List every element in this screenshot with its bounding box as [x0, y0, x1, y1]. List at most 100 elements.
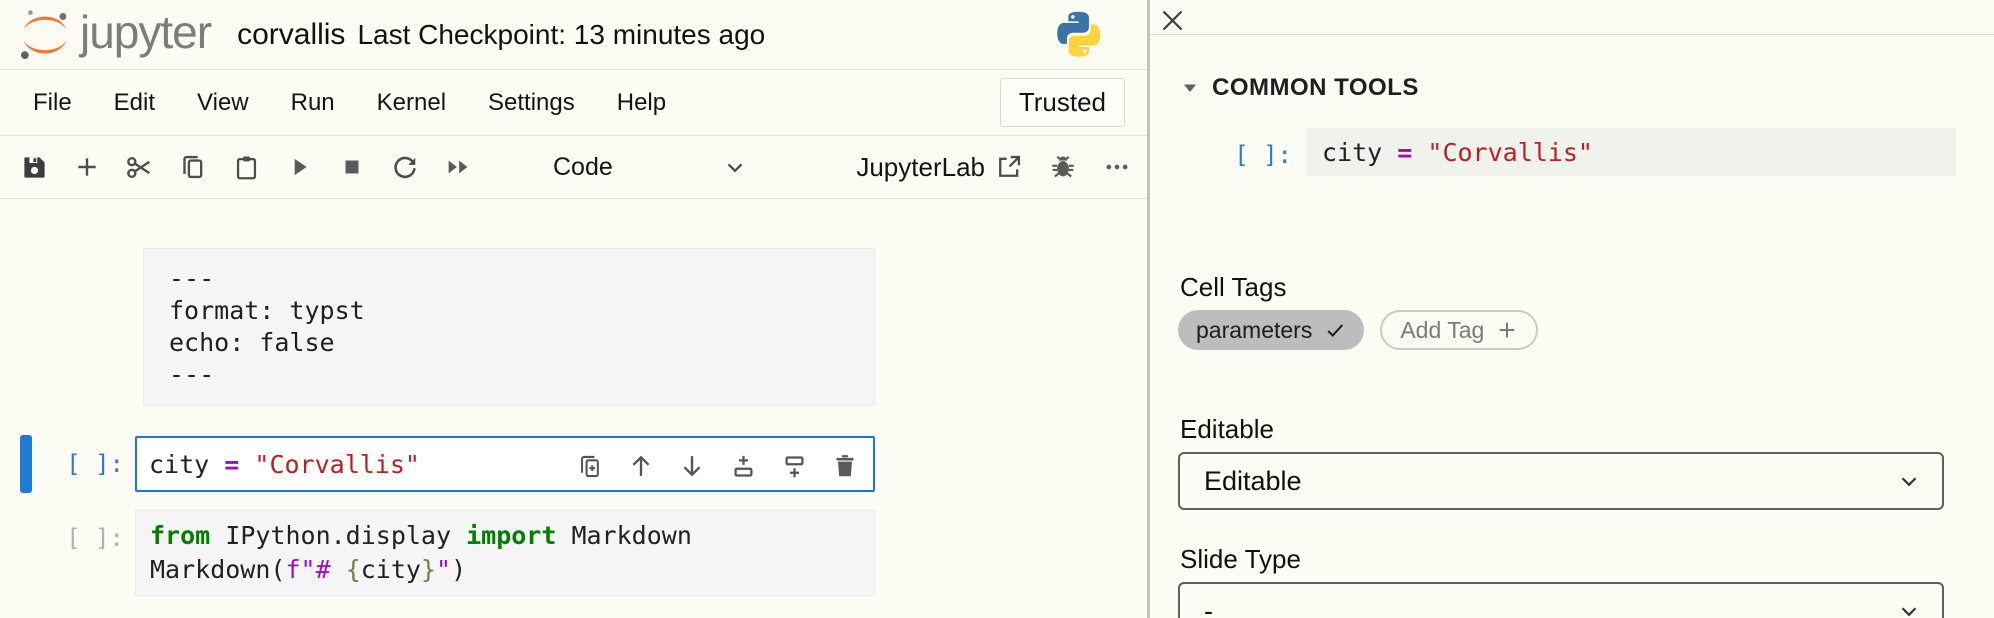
preview-cell-prompt: [ ]: — [1150, 141, 1292, 169]
code-line: city = "Corvallis" — [137, 450, 420, 479]
cell-list: --- format: typst echo: false --- [ ]: c… — [0, 199, 1147, 596]
toolbar-right-group: JupyterLab — [856, 152, 1131, 183]
cell-tags-label: Cell Tags — [1180, 272, 1286, 303]
clipboard-icon — [233, 154, 260, 181]
code-cell-editor[interactable]: city = "Corvallis" — [135, 436, 875, 492]
raw-cell-line: --- — [169, 359, 849, 391]
more-commands-button[interactable] — [1103, 153, 1131, 181]
run-button[interactable] — [285, 153, 313, 181]
arrow-down-icon — [678, 452, 706, 480]
stop-button[interactable] — [338, 153, 366, 181]
menu-bar: File Edit View Run Kernel Settings Help … — [0, 70, 1147, 136]
copy-button[interactable] — [179, 153, 207, 181]
collapse-caret-icon — [1182, 80, 1198, 96]
editable-value: Editable — [1204, 466, 1302, 497]
add-tag-label: Add Tag — [1400, 317, 1484, 344]
trusted-button[interactable]: Trusted — [1000, 78, 1125, 127]
plus-icon — [74, 154, 100, 180]
menu-kernel[interactable]: Kernel — [356, 89, 467, 117]
insert-cell-below-button[interactable] — [780, 452, 808, 480]
editable-label: Editable — [1180, 414, 1274, 445]
raw-cell-line: --- — [169, 263, 849, 295]
code-line: from IPython.display import Markdown — [150, 519, 860, 553]
trash-icon — [832, 453, 858, 479]
ellipsis-icon — [1103, 153, 1131, 181]
cell-tags-row: parameters Add Tag — [1178, 310, 1538, 350]
copy-icon — [179, 153, 207, 181]
editable-select[interactable]: Editable — [1178, 452, 1944, 510]
raw-cell-line: echo: false — [169, 327, 849, 359]
cut-button[interactable] — [126, 153, 154, 181]
cell-prompt: [ ]: — [0, 524, 124, 552]
insert-cell-button[interactable] — [73, 153, 101, 181]
jupyter-logo-text: jupyter — [80, 5, 211, 59]
cell-hover-toolbar — [576, 452, 859, 480]
plus-icon — [1496, 319, 1518, 341]
python-kernel-icon — [1053, 8, 1105, 65]
jupyter-planet-icon — [16, 7, 74, 63]
notebook-toolbar: Code JupyterLab — [0, 136, 1147, 199]
notebook-header: jupyter corvallis Last Checkpoint: 13 mi… — [0, 0, 1147, 70]
open-in-jupyterlab-link[interactable]: JupyterLab — [856, 152, 1023, 183]
menu-help[interactable]: Help — [596, 89, 687, 117]
run-all-button[interactable] — [444, 153, 472, 181]
arrow-up-icon — [627, 452, 655, 480]
preview-code-line: city = "Corvallis" — [1322, 138, 1593, 167]
code-cell-editor[interactable]: from IPython.display import Markdown Mar… — [135, 510, 875, 596]
run-icon — [286, 154, 312, 180]
chevron-down-icon — [1896, 598, 1922, 618]
notebook-title[interactable]: corvallis — [237, 18, 345, 52]
move-cell-down-button[interactable] — [678, 452, 706, 480]
menu-view[interactable]: View — [176, 89, 270, 117]
delete-cell-button[interactable] — [831, 452, 859, 480]
common-tools-section-header[interactable]: COMMON TOOLS — [1182, 74, 1419, 102]
debugger-button[interactable] — [1049, 153, 1077, 181]
stop-icon — [340, 155, 364, 179]
scissors-icon — [126, 153, 154, 182]
checkpoint-status: Last Checkpoint: 13 minutes ago — [357, 19, 765, 51]
cell-prompt: [ ]: — [0, 450, 124, 478]
slide-type-label: Slide Type — [1180, 544, 1301, 575]
menu-file[interactable]: File — [12, 89, 93, 117]
restart-kernel-button[interactable] — [391, 153, 419, 181]
save-button[interactable] — [20, 153, 48, 181]
restart-icon — [391, 153, 419, 181]
slide-type-select[interactable]: - — [1178, 582, 1944, 618]
menu-edit[interactable]: Edit — [93, 89, 176, 117]
duplicate-icon — [577, 453, 604, 480]
cell-type-dropdown[interactable]: Code — [553, 153, 748, 182]
bug-icon — [1049, 153, 1077, 181]
menu-run[interactable]: Run — [270, 89, 356, 117]
section-title: COMMON TOOLS — [1212, 74, 1419, 102]
cell-type-value: Code — [553, 153, 613, 182]
paste-button[interactable] — [232, 153, 260, 181]
insert-below-icon — [781, 453, 808, 480]
code-cell: [ ]: from IPython.display import Markdow… — [0, 510, 1147, 596]
close-panel-button[interactable] — [1156, 4, 1188, 36]
slide-type-value: - — [1204, 596, 1213, 618]
duplicate-cell-button[interactable] — [576, 452, 604, 480]
chevron-down-icon — [722, 154, 748, 180]
raw-cell-editor[interactable]: --- format: typst echo: false --- — [143, 248, 875, 406]
check-icon — [1324, 319, 1346, 341]
menu-settings[interactable]: Settings — [467, 89, 596, 117]
panel-header-divider — [1150, 34, 1994, 35]
jupyter-logo[interactable]: jupyter — [16, 7, 211, 63]
jupyter-notebook-window: jupyter corvallis Last Checkpoint: 13 mi… — [0, 0, 1994, 618]
add-tag-chip[interactable]: Add Tag — [1380, 310, 1538, 350]
code-line: Markdown(f"# {city}") — [150, 553, 860, 587]
jupyterlab-label: JupyterLab — [856, 152, 985, 183]
notebook-panel: jupyter corvallis Last Checkpoint: 13 mi… — [0, 0, 1147, 618]
fast-forward-icon — [444, 153, 472, 181]
move-cell-up-button[interactable] — [627, 452, 655, 480]
property-inspector-panel: COMMON TOOLS [ ]: city = "Corvallis" Cel… — [1150, 0, 1994, 618]
active-code-cell: [ ]: city = "Corvallis" — [0, 435, 1147, 493]
save-icon — [21, 154, 48, 181]
insert-above-icon — [730, 453, 757, 480]
raw-cell-line: format: typst — [169, 295, 849, 327]
tag-parameters-chip[interactable]: parameters — [1178, 310, 1364, 350]
chevron-down-icon — [1896, 468, 1922, 494]
insert-cell-above-button[interactable] — [729, 452, 757, 480]
active-cell-preview[interactable]: city = "Corvallis" — [1306, 128, 1956, 176]
tag-label: parameters — [1196, 317, 1312, 344]
